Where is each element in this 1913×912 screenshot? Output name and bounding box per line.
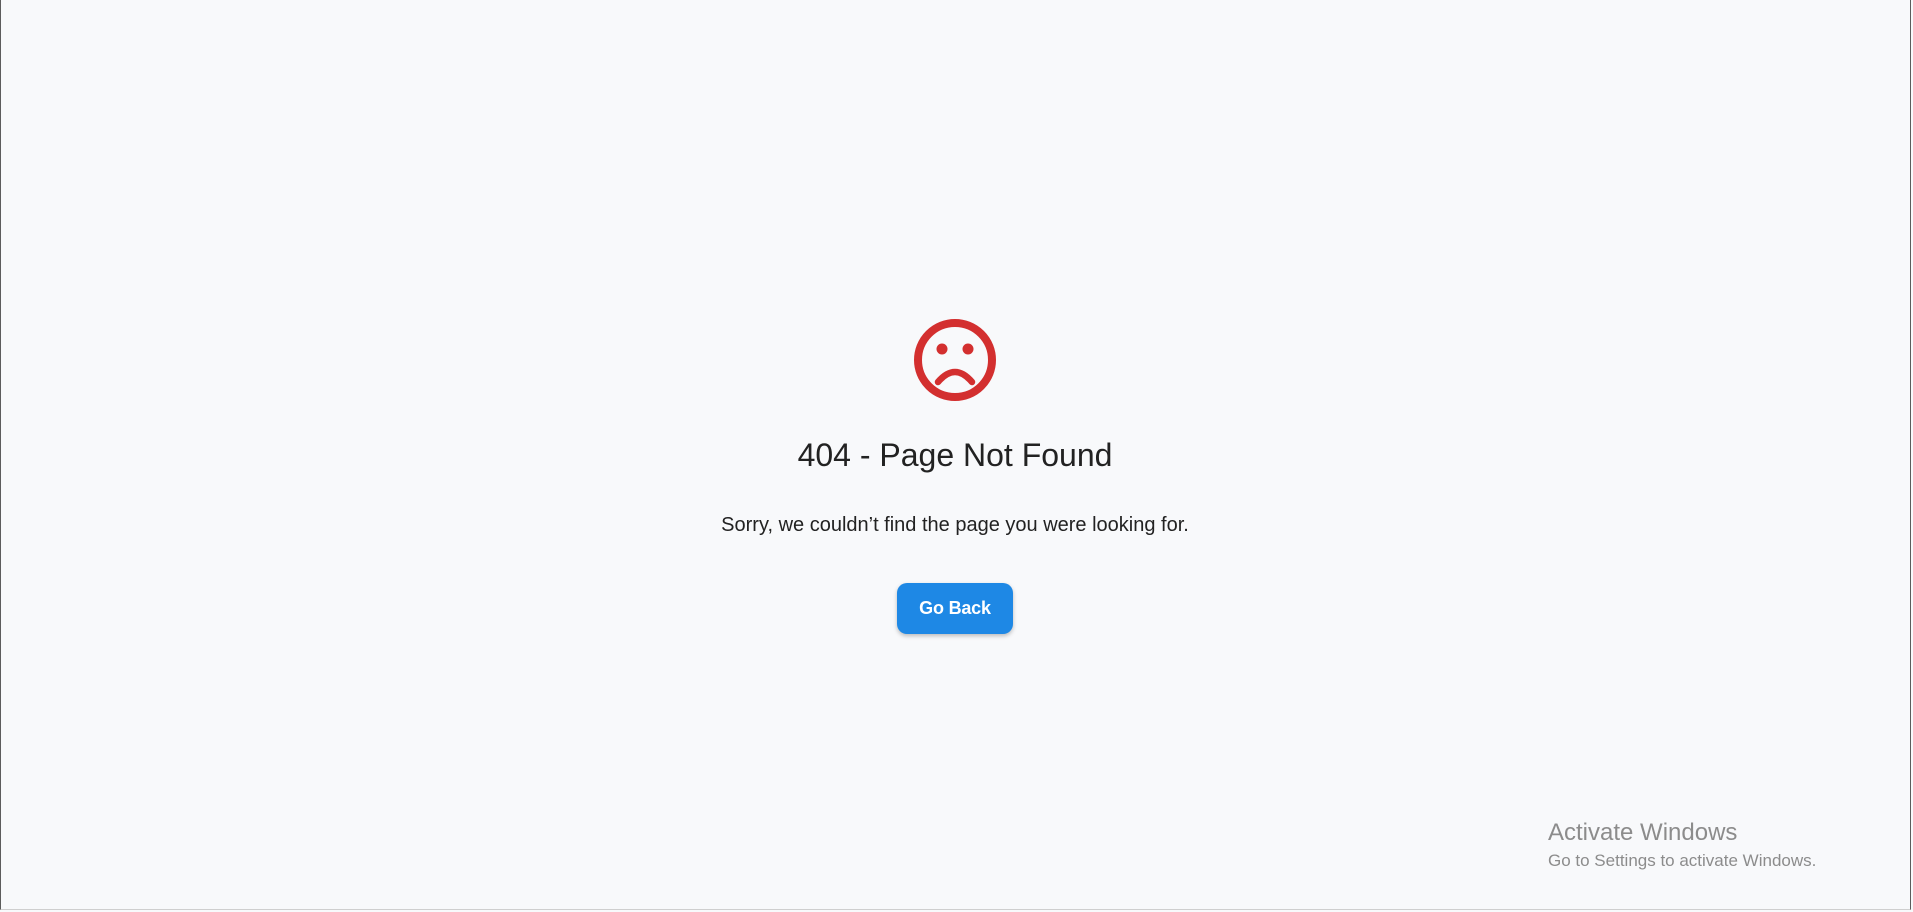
- watermark-title: Activate Windows: [1548, 819, 1738, 846]
- error-message: Sorry, we couldn’t find the page you wer…: [721, 514, 1189, 537]
- watermark-subtitle: Go to Settings to activate Windows.: [1548, 851, 1817, 870]
- go-back-button[interactable]: Go Back: [897, 583, 1013, 635]
- sad-face-icon: [914, 319, 996, 401]
- windows-activation-watermark: Activate Windows Go to Settings to activ…: [1548, 818, 1816, 872]
- not-found-panel: 404 - Page Not Found Sorry, we couldn’t …: [0, 318, 1910, 635]
- page-title: 404 - Page Not Found: [797, 437, 1113, 473]
